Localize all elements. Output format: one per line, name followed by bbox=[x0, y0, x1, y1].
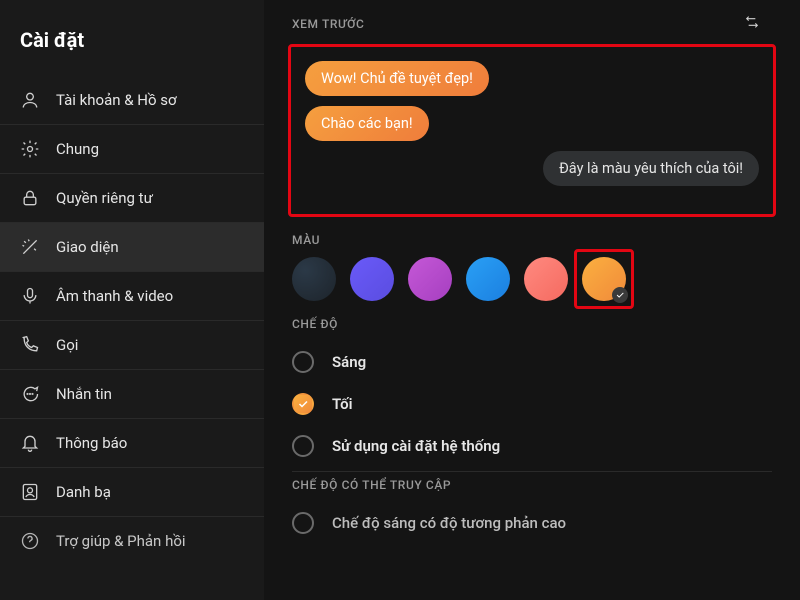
wand-icon bbox=[20, 237, 40, 257]
chat-icon bbox=[20, 384, 40, 404]
help-icon bbox=[20, 531, 40, 551]
sidebar-item-label: Danh bạ bbox=[56, 483, 111, 501]
sidebar-item-calling[interactable]: Gọi bbox=[0, 321, 264, 370]
mode-section-label: CHẾ ĐỘ bbox=[292, 317, 772, 341]
preview-section-label: XEM TRƯỚC bbox=[292, 17, 364, 31]
settings-title: Cài đặt bbox=[0, 18, 264, 76]
sidebar-item-label: Giao diện bbox=[56, 238, 119, 256]
color-swatch-coral[interactable] bbox=[524, 257, 568, 301]
mode-option-system[interactable]: Sử dụng cài đặt hệ thống bbox=[292, 425, 772, 467]
mode-option-label: Sử dụng cài đặt hệ thống bbox=[332, 437, 500, 455]
mic-icon bbox=[20, 286, 40, 306]
settings-sidebar: Cài đặt Tài khoản & Hồ sơ Chung Quyền ri… bbox=[0, 0, 264, 600]
color-swatch-magenta[interactable] bbox=[408, 257, 452, 301]
accessibility-section-label: CHẾ ĐỘ CÓ THỂ TRUY CẬP bbox=[292, 478, 772, 502]
sidebar-item-label: Âm thanh & video bbox=[56, 287, 173, 305]
user-icon bbox=[20, 90, 40, 110]
theme-preview-box: Wow! Chủ đề tuyệt đẹp! Chào các bạn! Đây… bbox=[288, 44, 776, 217]
preview-bubble-sent: Wow! Chủ đề tuyệt đẹp! bbox=[305, 61, 489, 96]
sidebar-item-messaging[interactable]: Nhắn tin bbox=[0, 370, 264, 419]
contacts-icon bbox=[20, 482, 40, 502]
color-swatch-orange[interactable] bbox=[582, 257, 626, 301]
bell-icon bbox=[20, 433, 40, 453]
phone-icon bbox=[20, 335, 40, 355]
divider bbox=[292, 471, 772, 472]
color-swatch-blue[interactable] bbox=[466, 257, 510, 301]
accessibility-option-label: Chế độ sáng có độ tương phản cao bbox=[332, 514, 566, 532]
sidebar-item-label: Tài khoản & Hồ sơ bbox=[56, 91, 177, 109]
radio-unselected-icon bbox=[292, 512, 314, 534]
mode-option-label: Sáng bbox=[332, 353, 366, 371]
color-swatch-purple[interactable] bbox=[350, 257, 394, 301]
preview-bubble-sent: Chào các bạn! bbox=[305, 106, 429, 141]
preview-bubble-received: Đây là màu yêu thích của tôi! bbox=[543, 151, 759, 186]
sidebar-item-general[interactable]: Chung bbox=[0, 125, 264, 174]
appearance-panel: XEM TRƯỚC Wow! Chủ đề tuyệt đẹp! Chào cá… bbox=[264, 0, 800, 600]
mode-option-light[interactable]: Sáng bbox=[292, 341, 772, 383]
sidebar-item-label: Gọi bbox=[56, 336, 78, 354]
sidebar-item-help[interactable]: Trợ giúp & Phản hồi bbox=[0, 517, 264, 565]
sidebar-item-audio-video[interactable]: Âm thanh & video bbox=[0, 272, 264, 321]
sidebar-item-label: Trợ giúp & Phản hồi bbox=[56, 532, 186, 550]
mode-option-label: Tối bbox=[332, 395, 352, 413]
accessibility-option-high-contrast-light[interactable]: Chế độ sáng có độ tương phản cao bbox=[292, 502, 772, 534]
color-swatch-row bbox=[292, 257, 772, 307]
sidebar-item-label: Nhắn tin bbox=[56, 385, 112, 403]
color-section-label: MÀU bbox=[292, 233, 772, 257]
sidebar-item-appearance[interactable]: Giao diện bbox=[0, 223, 264, 272]
sidebar-item-label: Chung bbox=[56, 140, 99, 158]
sidebar-item-contacts[interactable]: Danh bạ bbox=[0, 468, 264, 517]
radio-unselected-icon bbox=[292, 435, 314, 457]
sidebar-item-notifications[interactable]: Thông báo bbox=[0, 419, 264, 468]
radio-selected-icon bbox=[292, 393, 314, 415]
gear-icon bbox=[20, 139, 40, 159]
lock-icon bbox=[20, 188, 40, 208]
radio-unselected-icon bbox=[292, 351, 314, 373]
sidebar-item-label: Thông báo bbox=[56, 434, 127, 452]
sidebar-item-label: Quyền riêng tư bbox=[56, 189, 153, 207]
color-swatch-dark[interactable] bbox=[292, 257, 336, 301]
mode-option-dark[interactable]: Tối bbox=[292, 383, 772, 425]
swap-sides-icon[interactable] bbox=[744, 14, 760, 34]
check-icon bbox=[612, 287, 628, 303]
sidebar-item-privacy[interactable]: Quyền riêng tư bbox=[0, 174, 264, 223]
sidebar-item-account[interactable]: Tài khoản & Hồ sơ bbox=[0, 76, 264, 125]
